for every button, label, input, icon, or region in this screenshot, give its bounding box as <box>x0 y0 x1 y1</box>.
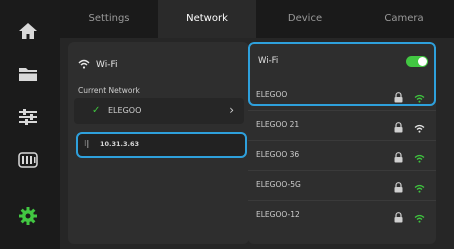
network-list-item[interactable]: ELEGOO-5G <box>248 170 436 201</box>
network-ssid: ELEGOO 36 <box>256 150 300 159</box>
wifi-signal-icon <box>414 148 425 167</box>
wifi-signal-icon <box>414 178 425 197</box>
network-ssid: ELEGOO-12 <box>256 210 300 219</box>
wifi-network-list: Wi-Fi ELEGOO ELEGOO 21 ELEGOO 36 ELEGOO-… <box>248 42 436 244</box>
lock-icon <box>394 88 403 107</box>
tab-network[interactable]: Network <box>158 0 256 38</box>
gear-icon[interactable] <box>12 200 44 232</box>
wifi-signal-icon <box>414 208 425 227</box>
wifi-toggle-label: Wi-Fi <box>258 56 279 66</box>
network-ssid: ELEGOO <box>256 90 288 99</box>
lock-icon <box>394 148 403 167</box>
network-list-item[interactable]: ELEGOO-12 <box>248 200 436 230</box>
wifi-status-header: Wi-Fi <box>78 56 117 74</box>
wifi-signal-icon <box>414 88 425 107</box>
tab-device[interactable]: Device <box>256 0 354 38</box>
network-list-item[interactable]: ELEGOO 36 <box>248 140 436 171</box>
tab-settings[interactable]: Settings <box>60 0 158 38</box>
lock-icon <box>394 118 403 137</box>
ip-icon: ⁝| <box>84 139 90 148</box>
filament-icon[interactable] <box>12 144 44 176</box>
wifi-signal-icon <box>414 118 425 137</box>
lock-icon <box>394 208 403 227</box>
current-network-row[interactable]: ✓ ELEGOO › <box>74 98 244 124</box>
current-network-ssid: ELEGOO <box>108 106 142 115</box>
wifi-toggle-switch[interactable] <box>406 56 428 67</box>
wifi-label: Wi-Fi <box>96 60 118 70</box>
wifi-icon <box>78 59 90 72</box>
current-network-label: Current Network <box>78 86 140 95</box>
ip-address-row[interactable]: ⁝| 10.31.3.63 <box>76 132 247 158</box>
home-icon[interactable] <box>12 15 44 47</box>
network-ssid: ELEGOO 21 <box>256 120 300 129</box>
network-list-item[interactable]: ELEGOO 21 <box>248 110 436 141</box>
tab-bar: Settings Network Device Camera <box>60 0 454 38</box>
folder-icon[interactable] <box>12 58 44 90</box>
tab-camera[interactable]: Camera <box>354 0 454 38</box>
chevron-right-icon: › <box>229 103 234 117</box>
network-page: Wi-Fi Current Network ✓ ELEGOO › ⁝| 10.3… <box>60 38 454 249</box>
toggle-knob <box>418 57 427 66</box>
sliders-icon[interactable] <box>12 101 44 133</box>
side-rail <box>0 0 60 249</box>
connected-check-icon: ✓ <box>92 105 101 116</box>
current-network-panel: Wi-Fi Current Network ✓ ELEGOO › ⁝| 10.3… <box>68 42 249 244</box>
network-list-item[interactable]: ELEGOO <box>248 80 436 111</box>
ip-address: 10.31.3.63 <box>100 140 140 148</box>
network-ssid: ELEGOO-5G <box>256 180 301 189</box>
lock-icon <box>394 178 403 197</box>
